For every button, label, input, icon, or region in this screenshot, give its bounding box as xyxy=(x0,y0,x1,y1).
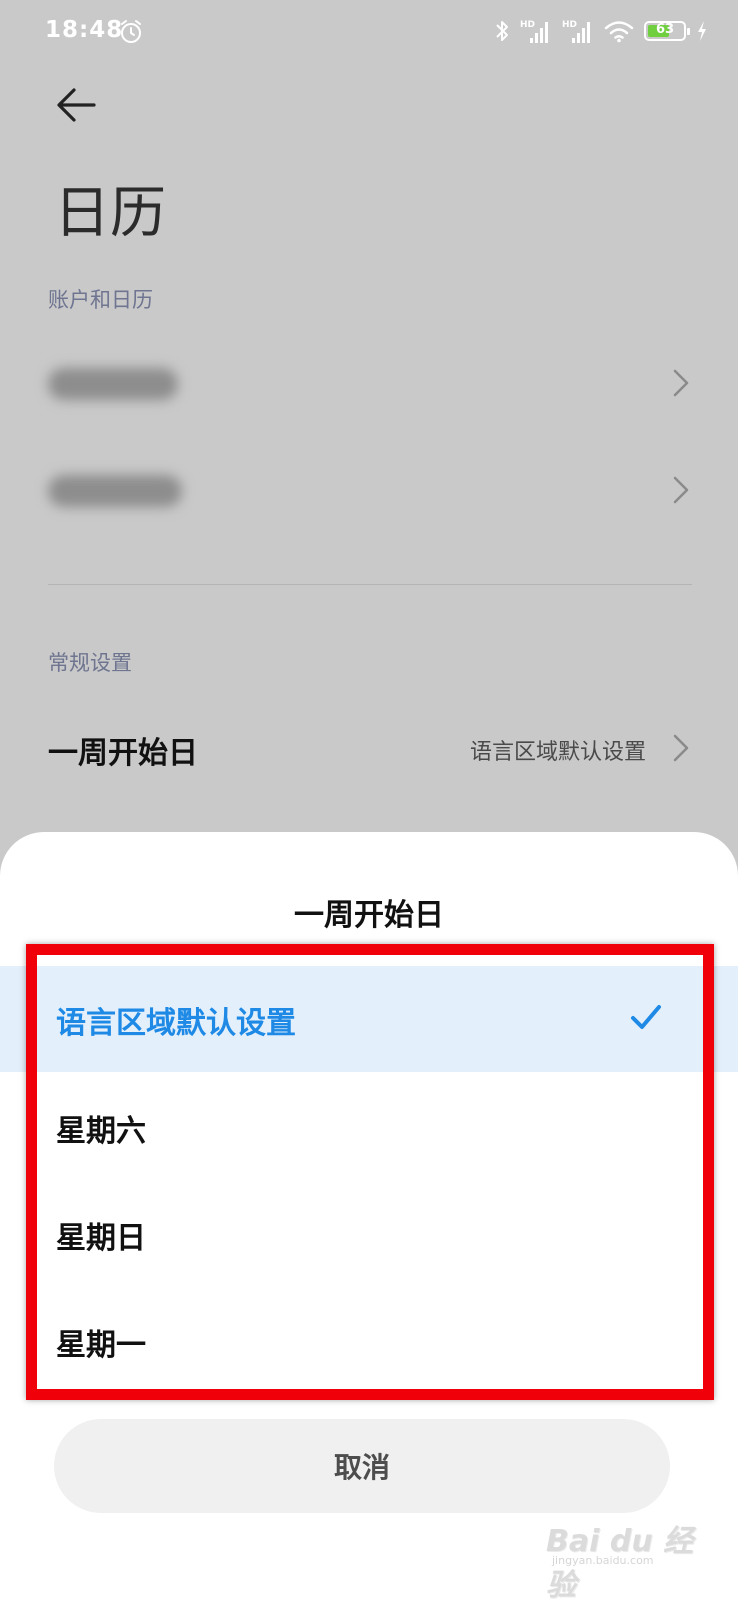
bluetooth-icon xyxy=(496,21,508,41)
alarm-icon xyxy=(121,20,141,43)
hd-label: HD xyxy=(520,20,535,30)
account-row[interactable] xyxy=(48,461,690,521)
signal-hd-icon: HD xyxy=(520,20,548,43)
status-bar: 18:48 HD HD 63 xyxy=(0,0,738,66)
cancel-button[interactable]: 取消 xyxy=(54,1419,670,1513)
dialog-title: 一周开始日 xyxy=(294,898,444,933)
charging-icon xyxy=(698,21,706,41)
checkmark-icon xyxy=(631,1005,661,1029)
option-label: 语言区域默认设置 xyxy=(56,1006,296,1041)
battery-cap xyxy=(687,28,690,35)
back-arrow-icon[interactable] xyxy=(50,80,104,130)
hd-label: HD xyxy=(562,20,577,30)
option-sunday[interactable]: 星期日 xyxy=(0,1181,738,1287)
page-title: 日历 xyxy=(54,181,166,246)
account-name-redacted xyxy=(48,368,178,400)
option-label: 星期一 xyxy=(56,1328,146,1363)
section-label-accounts: 账户和日历 xyxy=(48,288,153,312)
account-row[interactable] xyxy=(48,354,690,414)
option-label: 星期六 xyxy=(56,1114,146,1149)
status-time: 18:48 xyxy=(45,17,124,43)
week-start-setting-row[interactable]: 一周开始日 语言区域默认设置 xyxy=(48,716,690,780)
option-label: 星期日 xyxy=(56,1221,146,1256)
chevron-right-icon xyxy=(673,369,689,397)
chevron-right-icon xyxy=(673,734,689,762)
battery-icon: 63 xyxy=(644,21,690,41)
status-icons: HD HD 63 xyxy=(494,18,708,44)
section-divider xyxy=(48,584,692,585)
battery-level: 63 xyxy=(655,22,675,37)
baidu-watermark: Bai du 经验 jingyan.baidu.com xyxy=(546,1516,696,1600)
option-monday[interactable]: 星期一 xyxy=(0,1288,738,1394)
option-locale-default[interactable]: 语言区域默认设置 xyxy=(0,966,738,1072)
account-name-redacted xyxy=(48,475,182,507)
wifi-icon xyxy=(604,21,634,43)
week-start-dialog: 一周开始日 语言区域默认设置 星期六 星期日 星期一 取消 Bai du 经验 … xyxy=(0,832,738,1600)
week-start-title: 一周开始日 xyxy=(48,736,198,771)
signal-hd-icon: HD xyxy=(562,20,590,43)
option-saturday[interactable]: 星期六 xyxy=(0,1074,738,1180)
week-start-value: 语言区域默认设置 xyxy=(469,740,646,765)
screen: 18:48 HD HD 63 日历 账户和日历 常规设置 一周开始日 语言区域默… xyxy=(0,0,738,1600)
chevron-right-icon xyxy=(673,476,689,504)
watermark-sub: jingyan.baidu.com xyxy=(552,1554,654,1567)
section-label-general: 常规设置 xyxy=(48,651,132,675)
